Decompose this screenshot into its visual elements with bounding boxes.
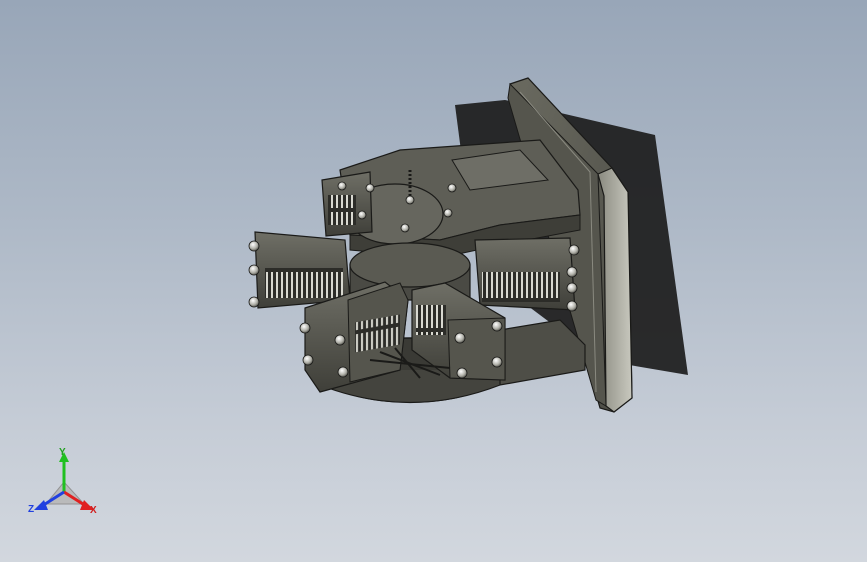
triad-y-label: Y [59,447,66,458]
heatsink-module-top-left [321,171,373,237]
graphics-viewport[interactable]: Y X Z [0,0,867,562]
view-orientation-triad[interactable]: Y X Z [26,447,102,520]
heatsink-module-left [254,231,351,309]
heatsink-module-right [474,237,576,311]
triad-x-label: X [90,505,97,516]
cad-model-view[interactable] [0,0,867,562]
triad-z-label: Z [28,504,35,515]
